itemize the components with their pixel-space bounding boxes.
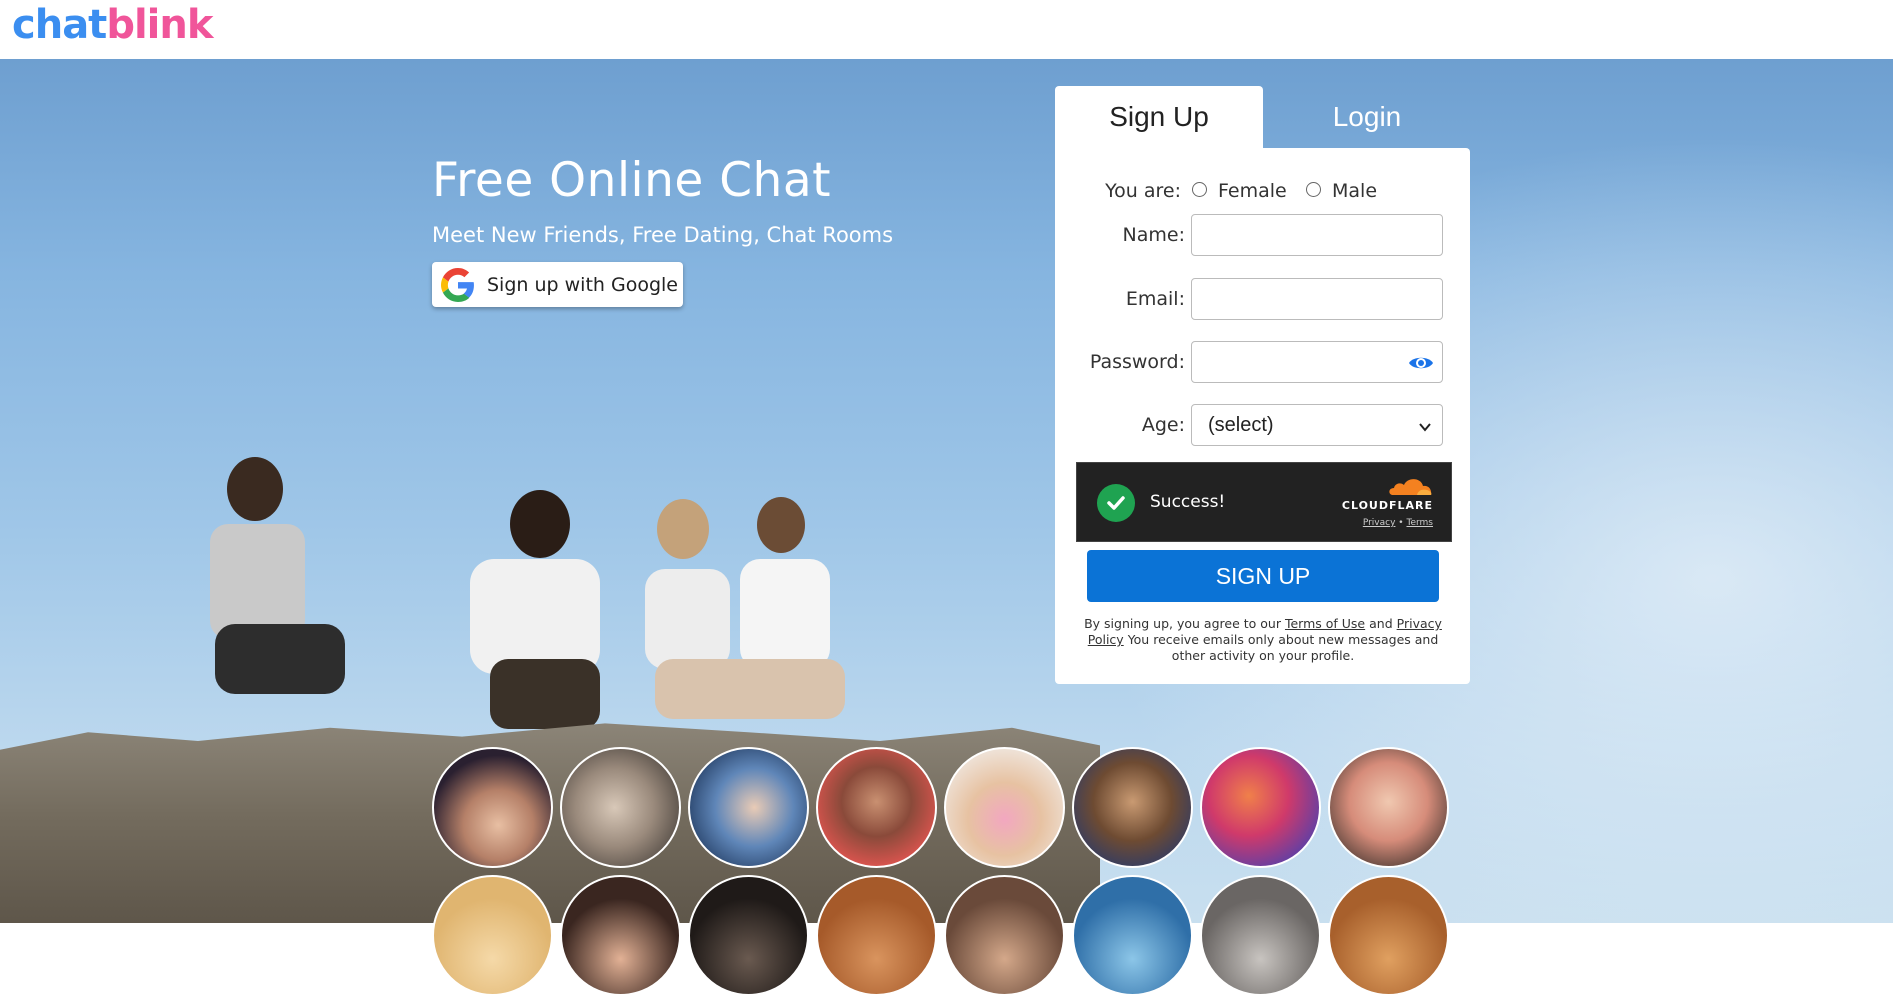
male-radio[interactable] — [1306, 182, 1321, 197]
cloudflare-links: Privacy • Terms — [1363, 518, 1433, 528]
show-password-eye-icon[interactable] — [1408, 354, 1434, 376]
avatar[interactable] — [1072, 875, 1193, 996]
legal-suffix: You receive emails only about new messag… — [1127, 632, 1439, 663]
password-label: Password: — [1089, 351, 1185, 373]
signup-form-card: You are: Female Male Name: Email: Passwo… — [1055, 148, 1470, 684]
cloudflare-cloud-icon — [1387, 475, 1433, 501]
avatar[interactable] — [1328, 875, 1449, 996]
avatar[interactable] — [560, 875, 681, 996]
cloudflare-terms-link[interactable]: Terms — [1406, 518, 1433, 528]
cloudflare-separator: • — [1398, 518, 1404, 528]
name-input[interactable] — [1191, 214, 1443, 256]
name-label: Name: — [1122, 224, 1185, 246]
password-input[interactable] — [1191, 341, 1443, 383]
chevron-down-icon — [1418, 417, 1432, 440]
email-label: Email: — [1125, 288, 1185, 310]
hero-title: Free Online Chat — [432, 153, 832, 208]
avatar[interactable] — [1072, 747, 1193, 868]
terms-of-use-link[interactable]: Terms of Use — [1285, 616, 1365, 631]
google-signup-button[interactable]: Sign up with Google — [432, 262, 683, 307]
age-label: Age: — [1141, 414, 1185, 436]
female-radio[interactable] — [1192, 182, 1207, 197]
avatar[interactable] — [688, 747, 809, 868]
tab-login[interactable]: Login — [1263, 86, 1471, 148]
cloudflare-captcha-widget[interactable]: Success! CLOUDFLARE Privacy • Terms — [1076, 462, 1452, 542]
avatar[interactable] — [1200, 747, 1321, 868]
age-select-value: (select) — [1208, 413, 1274, 436]
age-select[interactable]: (select) — [1191, 404, 1443, 446]
avatar[interactable] — [816, 875, 937, 996]
logo-part-chat: chat — [12, 2, 107, 48]
avatar[interactable] — [688, 875, 809, 996]
sign-up-button[interactable]: SIGN UP — [1087, 550, 1439, 602]
cloudflare-wordmark: CLOUDFLARE — [1341, 499, 1433, 512]
google-signup-label: Sign up with Google — [487, 273, 678, 296]
cloudflare-privacy-link[interactable]: Privacy — [1363, 518, 1396, 528]
gender-label: You are: — [1105, 180, 1181, 202]
google-icon — [439, 266, 477, 304]
success-check-icon — [1097, 484, 1135, 522]
hero-subtitle: Meet New Friends, Free Dating, Chat Room… — [432, 223, 894, 247]
email-input[interactable] — [1191, 278, 1443, 320]
legal-and: and — [1369, 616, 1393, 631]
avatar[interactable] — [944, 875, 1065, 996]
avatar[interactable] — [944, 747, 1065, 868]
avatar[interactable] — [432, 875, 553, 996]
avatar[interactable] — [816, 747, 937, 868]
legal-notice: By signing up, you agree to our Terms of… — [1075, 616, 1451, 664]
female-radio-label[interactable]: Female — [1218, 180, 1287, 202]
male-radio-label[interactable]: Male — [1332, 180, 1377, 202]
avatar[interactable] — [1328, 747, 1449, 868]
chatblink-logo[interactable]: chatblink — [12, 2, 213, 48]
captcha-status: Success! — [1150, 492, 1226, 512]
avatar[interactable] — [1200, 875, 1321, 996]
tab-sign-up[interactable]: Sign Up — [1055, 86, 1263, 148]
logo-part-blink: blink — [106, 2, 213, 48]
avatar[interactable] — [432, 747, 553, 868]
top-bar: chatblink — [0, 0, 1893, 59]
avatar[interactable] — [560, 747, 681, 868]
legal-prefix: By signing up, you agree to our — [1084, 616, 1281, 631]
